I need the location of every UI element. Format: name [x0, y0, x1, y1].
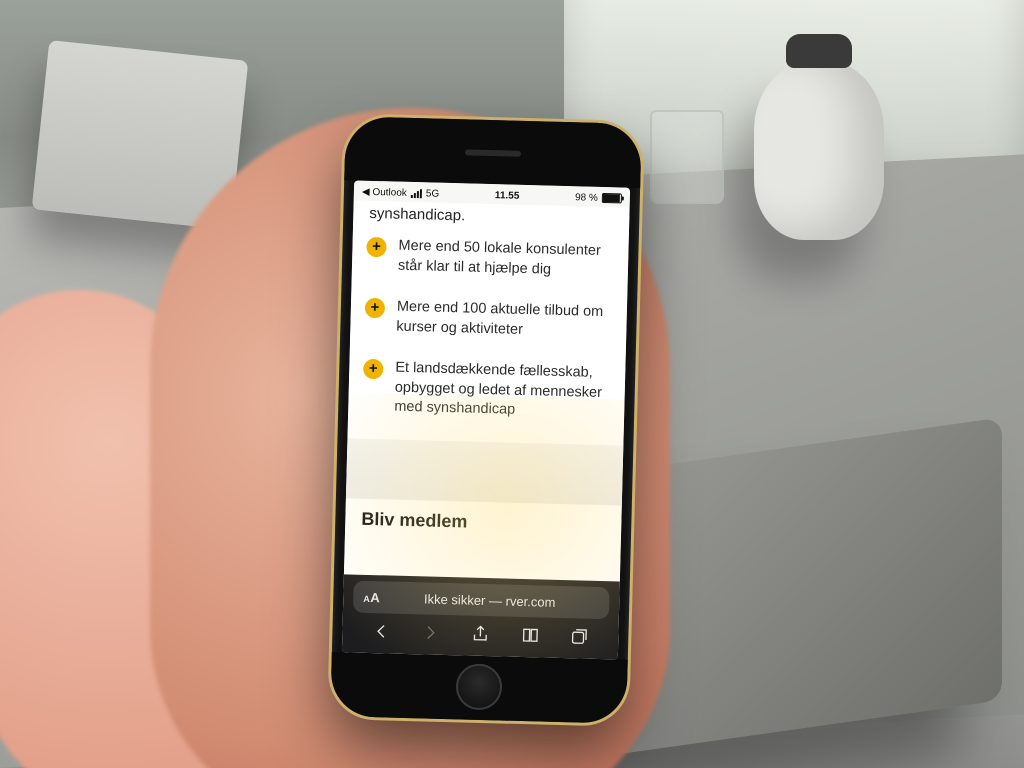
benefit-text: Mere end 100 aktuelle tilbud om kurser o…	[396, 298, 613, 343]
section-heading: Bliv medlem	[361, 509, 607, 536]
safari-toolbar	[342, 612, 619, 655]
forward-button[interactable]	[420, 622, 441, 646]
plus-icon: +	[365, 298, 386, 319]
plus-icon: +	[363, 359, 384, 380]
thermos-jug	[754, 60, 884, 240]
benefit-text: Mere end 50 lokale konsulenter står klar…	[398, 237, 615, 282]
safari-chrome: AA Ikke sikker — rver.com	[342, 574, 620, 659]
list-item: + Mere end 50 lokale konsulenter står kl…	[366, 236, 615, 282]
url-display: Ikke sikker — rver.com	[388, 590, 591, 610]
list-item: + Et landsdækkende fællesskab, opbygget …	[362, 358, 611, 423]
plus-icon: +	[366, 237, 387, 258]
phone-bezel-top	[344, 116, 642, 188]
clock: 11.55	[495, 190, 520, 202]
battery-icon	[602, 193, 622, 204]
phone-speaker	[465, 149, 521, 156]
back-to-app[interactable]: ◀︎ Outlook	[362, 186, 407, 198]
webpage-viewport[interactable]: synshandicap. + Mere end 50 lokale konsu…	[344, 200, 630, 581]
network-label: 5G	[426, 188, 440, 199]
home-button[interactable]	[455, 663, 502, 710]
phone-screen: ◀︎ Outlook 5G 11.55 98 % synshandicap. +…	[342, 180, 630, 659]
signal-icon	[411, 188, 422, 197]
section-divider	[346, 438, 623, 505]
back-button[interactable]	[371, 621, 392, 645]
tabs-button[interactable]	[569, 626, 590, 650]
battery-pct: 98 %	[575, 192, 598, 204]
benefit-text: Et landsdækkende fællesskab, opbygget og…	[394, 359, 611, 423]
text-size-button[interactable]: AA	[363, 589, 380, 604]
phone-bezel-bottom	[330, 652, 628, 724]
list-item: + Mere end 100 aktuelle tilbud om kurser…	[364, 297, 613, 343]
iphone-device: ◀︎ Outlook 5G 11.55 98 % synshandicap. +…	[330, 116, 642, 724]
benefits-list: + Mere end 50 lokale konsulenter står kl…	[362, 236, 615, 423]
photo-scene: ◀︎ Outlook 5G 11.55 98 % synshandicap. +…	[0, 0, 1024, 768]
bookmarks-button[interactable]	[520, 624, 541, 648]
cut-off-text: synshandicap.	[369, 205, 615, 228]
drinking-glass	[650, 110, 724, 204]
share-button[interactable]	[470, 623, 491, 647]
